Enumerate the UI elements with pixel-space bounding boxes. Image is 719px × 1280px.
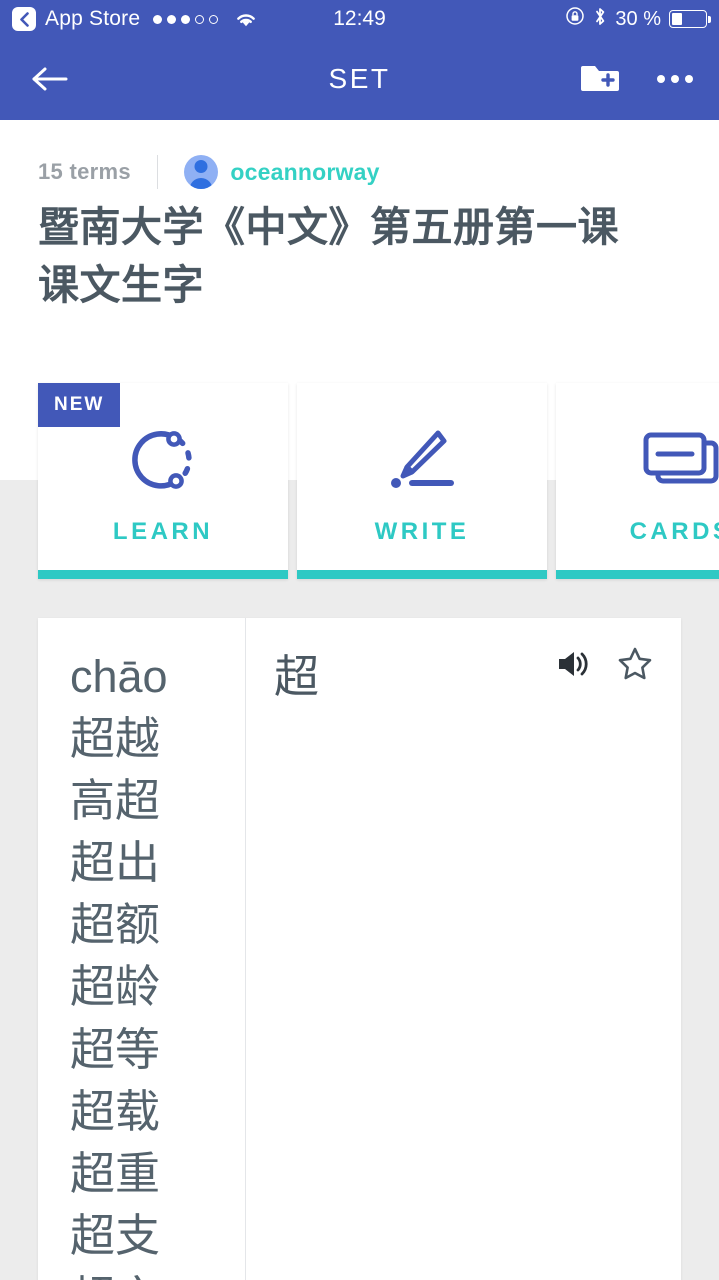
signal-strength-dots: [153, 14, 219, 24]
term-word-line: 超等: [70, 1023, 161, 1075]
back-button[interactable]: [26, 56, 72, 102]
mode-card-write[interactable]: WRITE: [297, 383, 547, 579]
folder-plus-icon[interactable]: [581, 60, 619, 99]
carrier-label: App Store: [45, 7, 141, 30]
term-word-line: 超出: [70, 837, 161, 889]
flashcards-icon: [638, 425, 719, 495]
term-word-line: 超龄: [70, 961, 161, 1013]
chevron-left-icon[interactable]: [12, 7, 36, 31]
mode-card-cards[interactable]: CARDS: [556, 383, 719, 579]
app-root: App Store 12:49 30 % SET 15 terms oceann…: [0, 0, 719, 1280]
star-outline-icon[interactable]: [617, 646, 653, 686]
status-bar-left: App Store: [12, 7, 259, 31]
nav-actions: [581, 60, 693, 99]
term-card[interactable]: chāo 超越高超超出超额超龄超等超载超重超支超产 超: [38, 618, 681, 1280]
author-link[interactable]: oceannorway: [230, 159, 379, 186]
term-word-line: chāo: [70, 651, 168, 702]
write-pen-icon: [383, 425, 461, 495]
speaker-icon[interactable]: [555, 648, 591, 685]
term-definition-column: 超: [246, 618, 681, 1280]
set-meta-row: 15 terms oceannorway: [0, 120, 719, 189]
term-count-label: 15 terms: [38, 159, 131, 184]
term-word-line: 超载: [70, 1085, 161, 1137]
term-word-line: 超越: [70, 713, 161, 765]
rotation-lock-icon: [565, 6, 585, 32]
clock-label: 12:49: [333, 7, 386, 30]
term-word-line: 超额: [70, 899, 161, 951]
mode-card-learn[interactable]: NEW LEARN: [38, 383, 288, 579]
meta-divider: [156, 155, 159, 189]
bluetooth-icon: [593, 6, 607, 33]
battery-percent-label: 30 %: [615, 7, 661, 30]
term-word-column: chāo 超越高超超出超额超龄超等超载超重超支超产: [38, 618, 246, 1280]
wifi-icon: [233, 10, 259, 29]
term-word: chāo 超越高超超出超额超龄超等超载超重超支超产: [70, 646, 245, 1280]
battery-icon: [669, 10, 711, 28]
term-word-line: 超支: [70, 1209, 161, 1261]
study-mode-carousel[interactable]: NEW LEARN WRITE CARD: [38, 383, 719, 579]
learn-circle-icon: [129, 425, 197, 495]
set-title: 暨南大学《中文》第五册第一课课文生字: [38, 204, 619, 309]
mode-label-learn: LEARN: [112, 518, 214, 545]
mode-label-cards: CARDS: [629, 518, 719, 545]
term-word-line: 超产: [70, 1267, 245, 1280]
status-bar-right: 30 %: [565, 6, 711, 33]
term-actions: [555, 646, 653, 686]
term-word-line: 高超: [70, 775, 161, 827]
status-bar: App Store 12:49 30 %: [0, 0, 719, 38]
nav-bar: SET: [0, 38, 719, 120]
term-word-line: 超重: [70, 1147, 161, 1199]
new-badge: NEW: [38, 383, 121, 427]
more-horizontal-icon[interactable]: [657, 75, 693, 83]
mode-label-write: WRITE: [374, 518, 470, 545]
